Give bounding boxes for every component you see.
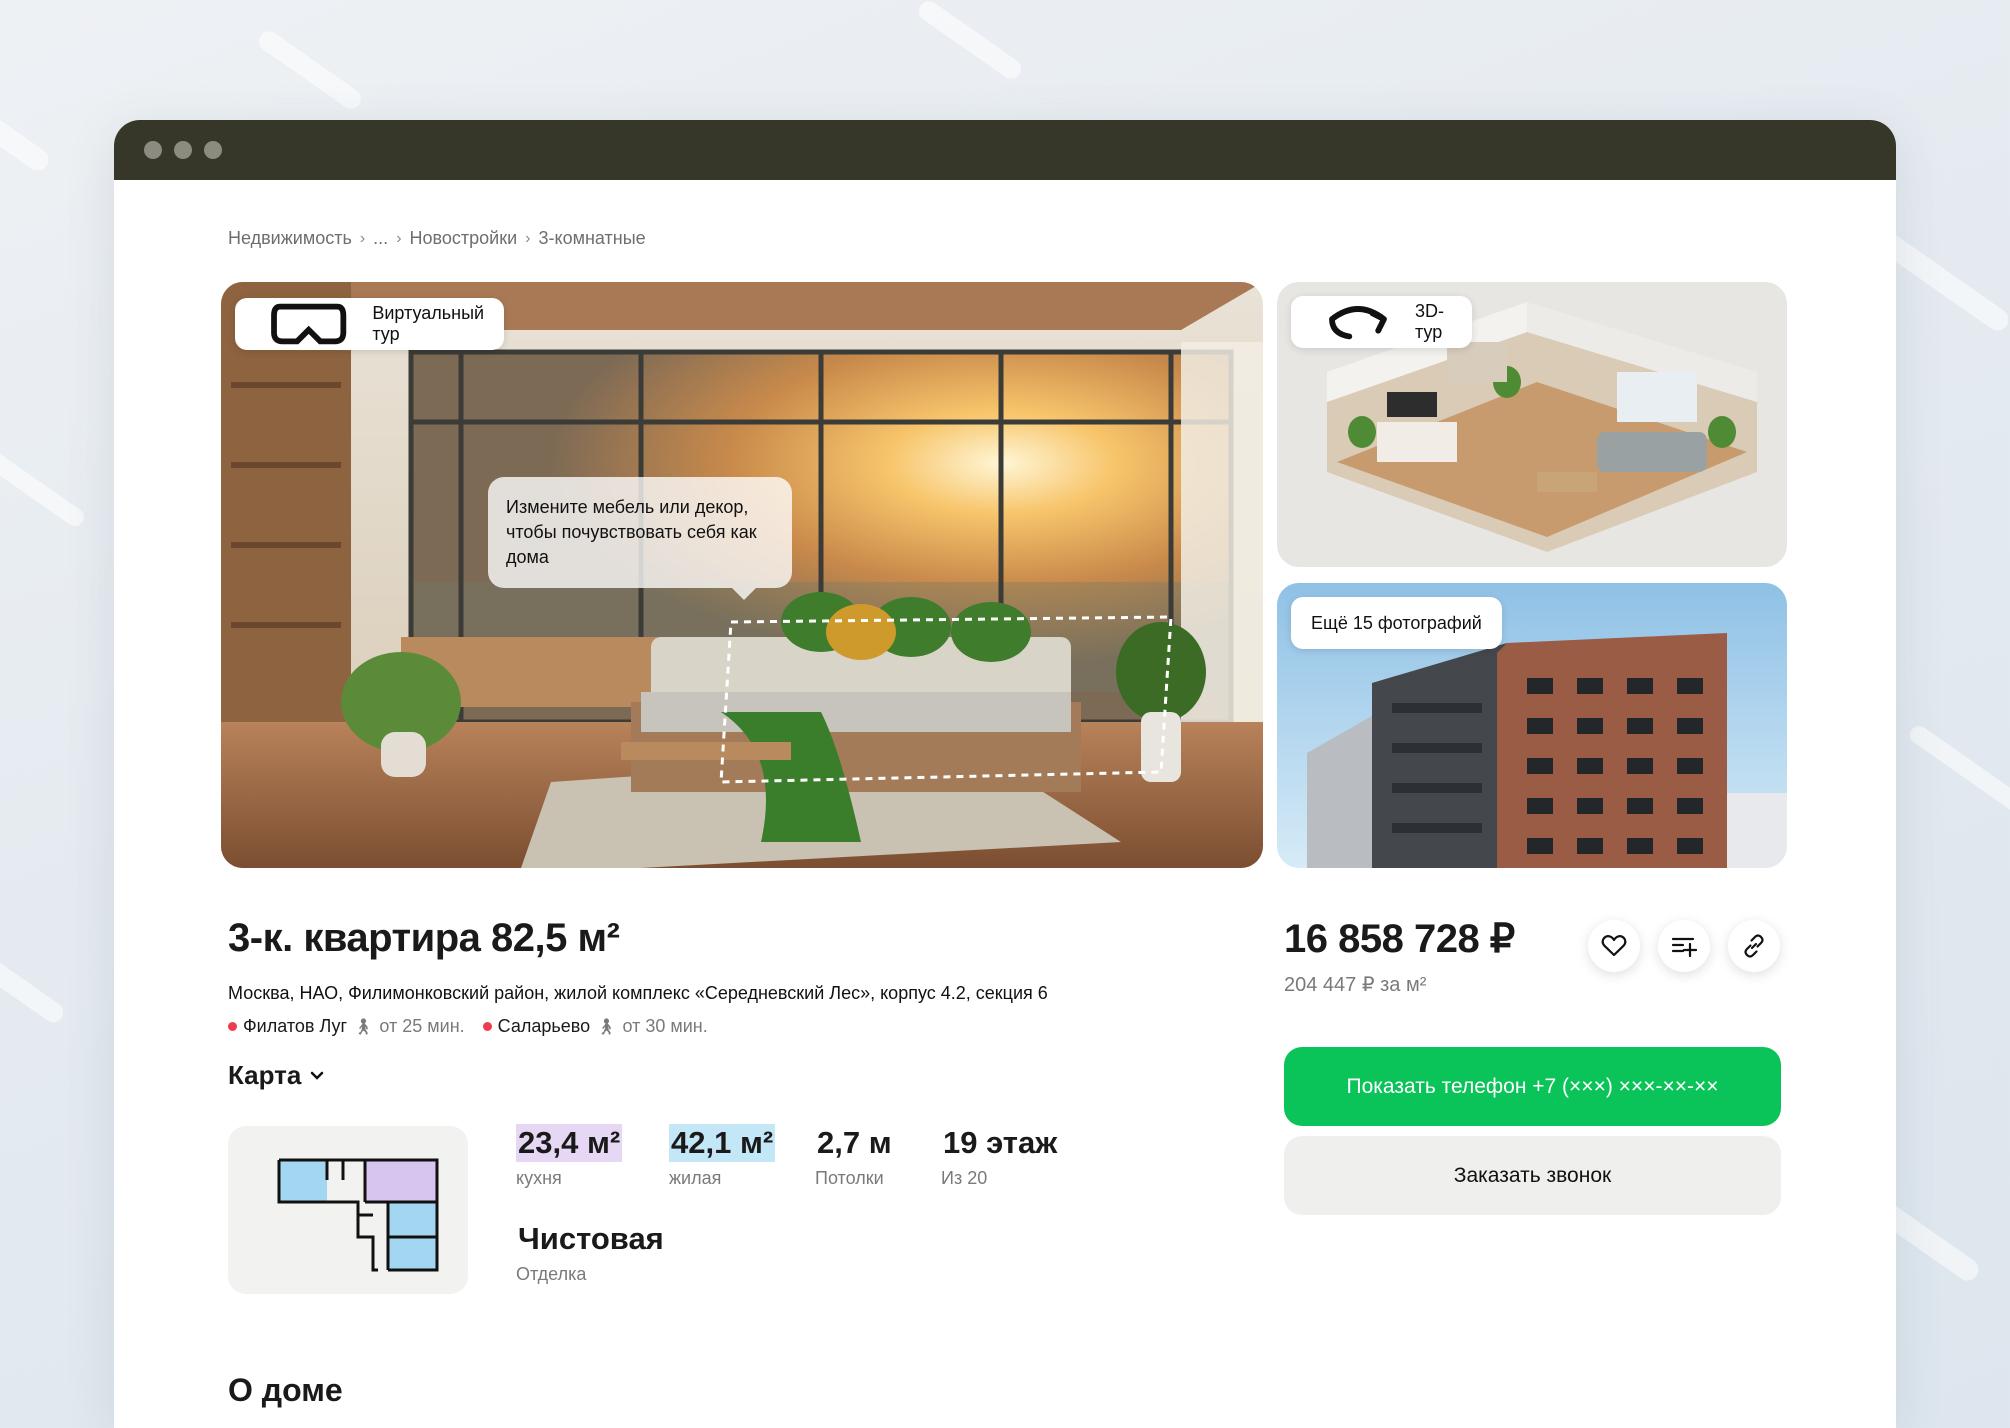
floor-stat: 19 этаж Из 20 — [941, 1124, 1059, 1189]
kitchen-area-stat: 23,4 м² кухня — [516, 1124, 623, 1189]
share-link-button[interactable] — [1728, 920, 1780, 972]
link-icon — [1744, 934, 1764, 958]
compare-button[interactable] — [1658, 920, 1710, 972]
ceiling-height-value: 2,7 м — [817, 1125, 892, 1160]
metro-line-dot — [228, 1022, 237, 1031]
metro-line-dot — [482, 1022, 492, 1031]
ceiling-height-label: Потолки — [815, 1168, 884, 1188]
breadcrumb-item-new-buildings[interactable]: Новостройки — [410, 228, 518, 249]
chevron-down-icon — [311, 1071, 324, 1080]
kitchen-area-label: кухня — [516, 1168, 562, 1188]
vr-headset-icon — [271, 303, 347, 345]
listing-address: Москва, НАО, Филимонковский район, жилой… — [228, 983, 1048, 1003]
kitchen-area-value: 23,4 м² — [516, 1124, 623, 1162]
breadcrumb-separator: › — [359, 229, 366, 247]
breadcrumb-separator: › — [396, 229, 402, 247]
breadcrumb-item-realty[interactable]: Недвижимость — [228, 228, 352, 249]
background-decoration — [1906, 722, 2010, 818]
window-close-dot[interactable] — [144, 141, 162, 159]
3d-tour-label: 3D-тур — [1414, 301, 1444, 342]
breadcrumb-item-ellipsis[interactable]: ... — [373, 228, 388, 249]
metro-station-name[interactable]: Саларьево — [498, 1016, 591, 1037]
browser-window: Недвижимость › ... › Новостройки › 3-ком… — [114, 120, 1896, 1428]
finish-label: Отделка — [516, 1264, 587, 1284]
background-decoration — [0, 440, 88, 530]
window-titlebar — [114, 120, 1896, 180]
breadcrumb: Недвижимость › ... › Новостройки › 3-ком… — [228, 228, 646, 249]
more-photos-tile[interactable]: Ещё 15 фотографий — [1277, 583, 1787, 868]
decor-tooltip: Измените мебель или декор, чтобы почувст… — [488, 477, 792, 600]
main-photo-virtual-tour[interactable]: Виртуальный тур Измените мебель или деко… — [221, 282, 1263, 868]
floor-plan-icon — [277, 1158, 439, 1272]
background-decoration — [255, 27, 365, 113]
metro-list: Филатов Луг 🚶︎ от 25 мин. Саларьево 🚶︎ о… — [228, 1016, 708, 1037]
finish-value: Чистовая — [518, 1221, 664, 1256]
ceiling-height-stat: 2,7 м Потолки — [815, 1124, 894, 1189]
more-photos-chip[interactable]: Ещё 15 фотографий — [1291, 597, 1502, 649]
walking-icon: 🚶︎ — [596, 1018, 617, 1036]
walking-icon: 🚶︎ — [353, 1018, 374, 1036]
3d-tour-chip[interactable]: 3D-тур — [1291, 296, 1473, 348]
favorite-button[interactable] — [1588, 920, 1640, 972]
map-toggle-label: Карта — [228, 1060, 302, 1090]
heart-icon — [1601, 935, 1627, 957]
living-area-label: жилая — [669, 1168, 722, 1188]
map-toggle[interactable]: Карта — [228, 1060, 325, 1091]
living-area-value: 42,1 м² — [669, 1124, 776, 1162]
about-house-heading: О доме — [228, 1372, 343, 1408]
breadcrumb-separator: › — [525, 229, 531, 247]
floor-total-label: Из 20 — [941, 1168, 988, 1188]
compare-list-icon — [1671, 937, 1697, 958]
background-decoration — [0, 65, 53, 175]
floor-plan-thumbnail[interactable] — [228, 1126, 468, 1294]
background-decoration — [915, 0, 1025, 83]
floor-value: 19 этаж — [943, 1125, 1058, 1160]
metro-walk-time: от 30 мин. — [622, 1016, 708, 1036]
show-phone-button[interactable]: Показать телефон +7 (×××) ×××-××-×× — [1284, 1047, 1781, 1126]
breadcrumb-item-3-rooms[interactable]: 3-комнатные — [538, 228, 645, 249]
listing-price: 16 858 728 ₽ — [1284, 917, 1515, 961]
3d-tour-photo[interactable]: 3D-тур — [1277, 282, 1787, 567]
metro-station-name[interactable]: Филатов Луг — [243, 1016, 347, 1037]
order-call-button[interactable]: Заказать звонок — [1284, 1136, 1781, 1215]
virtual-tour-chip[interactable]: Виртуальный тур — [235, 298, 505, 350]
price-per-sqm: 204 447 ₽ за м² — [1284, 974, 1427, 996]
more-photos-label: Ещё 15 фотографий — [1311, 612, 1482, 633]
window-maximize-dot[interactable] — [204, 141, 222, 159]
virtual-tour-label: Виртуальный тур — [372, 303, 485, 344]
background-decoration — [0, 923, 68, 1027]
window-minimize-dot[interactable] — [174, 141, 192, 159]
rotate-360-icon — [1329, 306, 1387, 340]
metro-walk-time: от 25 мин. — [379, 1016, 465, 1036]
listing-title: 3-к. квартира 82,5 м² — [228, 916, 620, 960]
living-area-stat: 42,1 м² жилая — [669, 1124, 776, 1189]
finish-stat: Чистовая Отделка — [516, 1220, 666, 1285]
